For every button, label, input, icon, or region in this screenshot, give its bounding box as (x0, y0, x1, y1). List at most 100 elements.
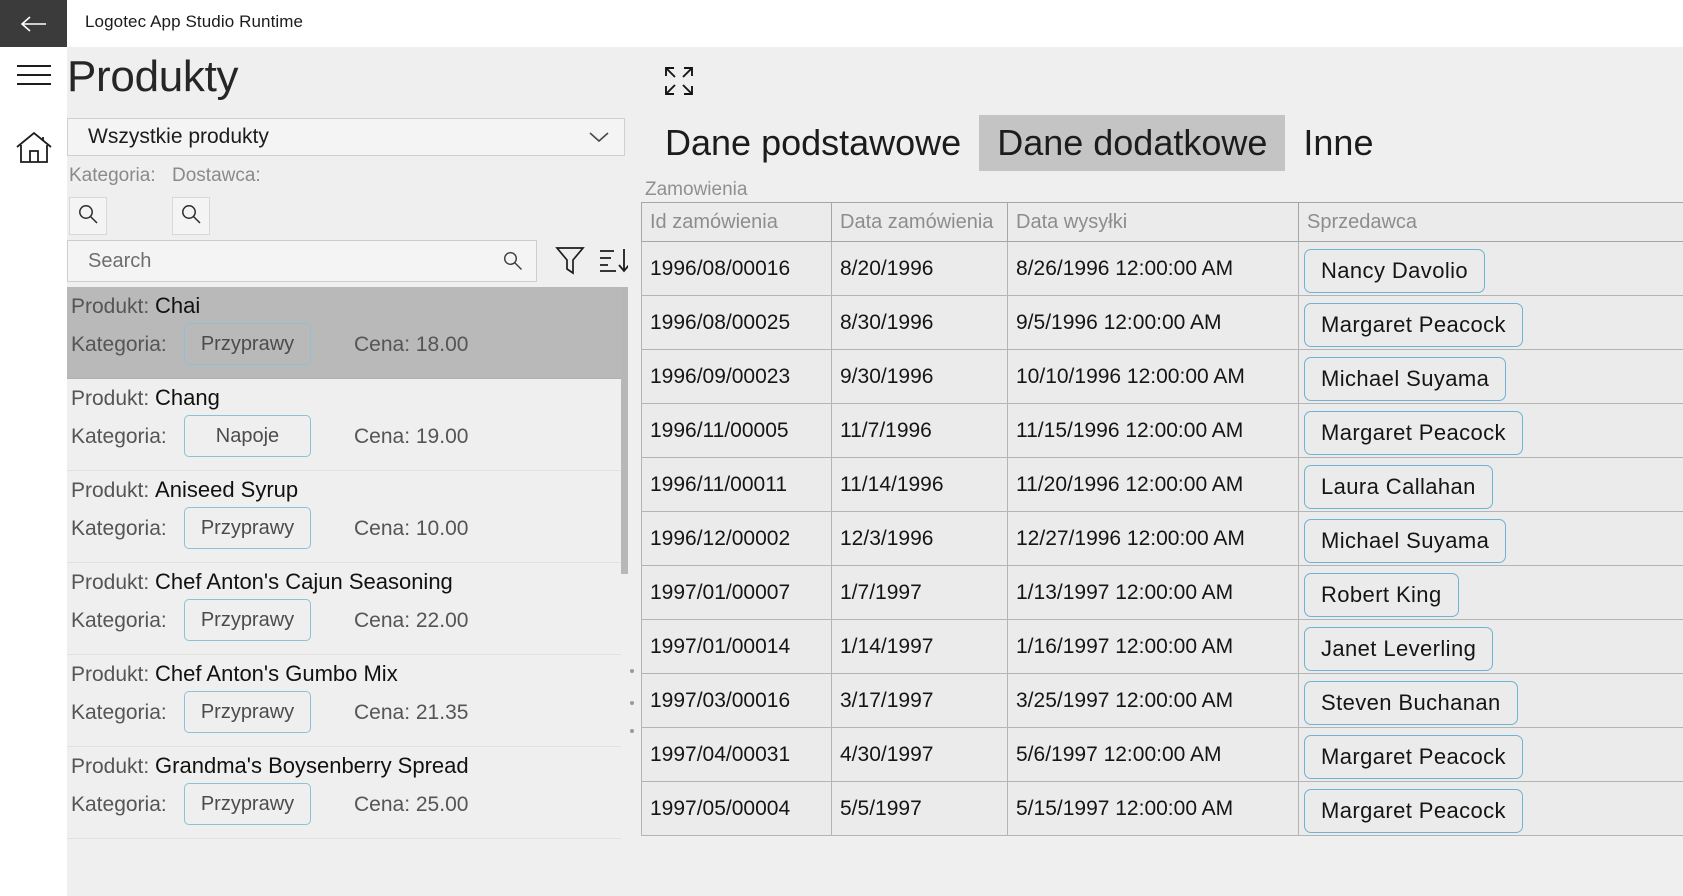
cell-order-date[interactable]: 5/5/1997 (831, 781, 1008, 836)
grid-column-header[interactable]: Data wysyłki (1007, 202, 1299, 242)
cell-order-id[interactable]: 1997/01/00007 (641, 565, 832, 620)
cell-order-date[interactable]: 9/30/1996 (831, 349, 1008, 404)
seller-pill[interactable]: Nancy Davolio (1304, 248, 1486, 293)
cell-ship-date[interactable]: 11/15/1996 12:00:00 AM (1007, 403, 1299, 458)
back-button[interactable] (0, 0, 67, 47)
seller-pill[interactable]: Robert King (1304, 572, 1459, 617)
product-list-item[interactable]: Produkt: Chai Kategoria: Przyprawy Cena: 18… (67, 287, 627, 379)
grid-column-header[interactable]: Sprzedawca (1298, 202, 1683, 242)
grid-row[interactable]: 1996/11/00011 11/14/1996 11/20/1996 12:00:… (641, 457, 1683, 512)
cell-order-id[interactable]: 1996/11/00005 (641, 403, 832, 458)
grid-row[interactable]: 1996/09/00023 9/30/1996 10/10/1996 12:00:0… (641, 349, 1683, 404)
expand-button[interactable] (658, 62, 700, 104)
cell-order-id[interactable]: 1996/09/00023 (641, 349, 832, 404)
grid-column-header[interactable]: Id zamówienia (641, 202, 832, 242)
cell-ship-date[interactable]: 5/6/1997 12:00:00 AM (1007, 727, 1299, 782)
seller-pill[interactable]: Michael Suyama (1304, 518, 1507, 563)
product-list-item[interactable]: Produkt: Grandma's Boysenberry Spread Kat… (67, 747, 627, 839)
cell-order-id[interactable]: 1997/04/00031 (641, 727, 832, 782)
cell-order-id[interactable]: 1997/01/00014 (641, 619, 832, 674)
seller-pill[interactable]: Janet Leverling (1304, 626, 1494, 671)
cell-order-id[interactable]: 1997/03/00016 (641, 673, 832, 728)
cell-order-date[interactable]: 12/3/1996 (831, 511, 1008, 566)
cell-seller[interactable]: Margaret Peacock (1298, 295, 1683, 350)
filter-button[interactable] (550, 242, 590, 282)
cell-order-date[interactable]: 8/20/1996 (831, 241, 1008, 296)
hamburger-menu-button[interactable] (0, 47, 67, 107)
seller-pill[interactable]: Margaret Peacock (1304, 788, 1523, 833)
cell-ship-date[interactable]: 1/16/1997 12:00:00 AM (1007, 619, 1299, 674)
cell-ship-date[interactable]: 9/5/1996 12:00:00 AM (1007, 295, 1299, 350)
product-list-item[interactable]: Produkt: Chef Anton's Gumbo Mix Kategoria… (67, 655, 627, 747)
cell-ship-date[interactable]: 1/13/1997 12:00:00 AM (1007, 565, 1299, 620)
dostawca-search-button[interactable] (172, 197, 210, 235)
cell-ship-date[interactable]: 5/15/1997 12:00:00 AM (1007, 781, 1299, 836)
cell-ship-date[interactable]: 8/26/1996 12:00:00 AM (1007, 241, 1299, 296)
cell-seller[interactable]: Margaret Peacock (1298, 781, 1683, 836)
cell-order-id[interactable]: 1996/12/00002 (641, 511, 832, 566)
cell-seller[interactable]: Michael Suyama (1298, 511, 1683, 566)
search-icon[interactable] (502, 250, 536, 272)
product-list-item[interactable]: Produkt: Chang Kategoria: Napoje Cena: 19.0… (67, 379, 627, 471)
tab-dane-dodatkowe[interactable]: Dane dodatkowe (979, 115, 1286, 171)
grid-row[interactable]: 1997/04/00031 4/30/1997 5/6/1997 12:00:00 … (641, 727, 1683, 782)
cell-ship-date[interactable]: 12/27/1996 12:00:00 AM (1007, 511, 1299, 566)
cell-order-id[interactable]: 1996/08/00025 (641, 295, 832, 350)
grid-row[interactable]: 1996/11/00005 11/7/1996 11/15/1996 12:00:0… (641, 403, 1683, 458)
cell-ship-date[interactable]: 11/20/1996 12:00:00 AM (1007, 457, 1299, 512)
cell-order-date[interactable]: 3/17/1997 (831, 673, 1008, 728)
cell-seller[interactable]: Laura Callahan (1298, 457, 1683, 512)
cell-order-date[interactable]: 8/30/1996 (831, 295, 1008, 350)
seller-pill[interactable]: Steven Buchanan (1304, 680, 1518, 725)
cell-order-id[interactable]: 1996/08/00016 (641, 241, 832, 296)
tab-inne[interactable]: Inne (1285, 115, 1391, 171)
cell-ship-date[interactable]: 10/10/1996 12:00:00 AM (1007, 349, 1299, 404)
product-filter-combobox[interactable]: Wszystkie produkty (67, 118, 625, 156)
cell-seller[interactable]: Margaret Peacock (1298, 403, 1683, 458)
category-pill[interactable]: Przyprawy (184, 691, 311, 733)
seller-pill[interactable]: Laura Callahan (1304, 464, 1493, 509)
kategoria-search-button[interactable] (69, 197, 107, 235)
cell-order-date[interactable]: 1/7/1997 (831, 565, 1008, 620)
category-pill[interactable]: Napoje (184, 415, 311, 457)
seller-pill[interactable]: Michael Suyama (1304, 356, 1507, 401)
panel-splitter[interactable] (628, 47, 637, 896)
tab-dane-podstawowe[interactable]: Dane podstawowe (647, 115, 979, 171)
cell-seller[interactable]: Nancy Davolio (1298, 241, 1683, 296)
grid-row[interactable]: 1997/03/00016 3/17/1997 3/25/1997 12:00:00… (641, 673, 1683, 728)
grid-row[interactable]: 1997/05/00004 5/5/1997 5/15/1997 12:00:00 … (641, 781, 1683, 836)
cell-seller[interactable]: Margaret Peacock (1298, 727, 1683, 782)
grid-row[interactable]: 1996/12/00002 12/3/1996 12/27/1996 12:00:0… (641, 511, 1683, 566)
product-list[interactable]: Produkt: Chai Kategoria: Przyprawy Cena: 18… (67, 287, 627, 896)
cell-order-id[interactable]: 1996/11/00011 (641, 457, 832, 512)
orders-grid-wrapper[interactable]: Id zamówienia Data zamówienia Data wysyłki… (641, 202, 1683, 896)
cell-seller[interactable]: Janet Leverling (1298, 619, 1683, 674)
scrollbar-thumb[interactable] (621, 287, 628, 574)
cell-seller[interactable]: Robert King (1298, 565, 1683, 620)
category-pill[interactable]: Przyprawy (184, 783, 311, 825)
cell-seller[interactable]: Michael Suyama (1298, 349, 1683, 404)
seller-pill[interactable]: Margaret Peacock (1304, 302, 1523, 347)
cell-ship-date[interactable]: 3/25/1997 12:00:00 AM (1007, 673, 1299, 728)
cell-order-date[interactable]: 1/14/1997 (831, 619, 1008, 674)
cell-seller[interactable]: Steven Buchanan (1298, 673, 1683, 728)
cell-order-date[interactable]: 11/14/1996 (831, 457, 1008, 512)
category-pill[interactable]: Przyprawy (184, 507, 311, 549)
search-input[interactable] (68, 249, 502, 273)
grid-row[interactable]: 1997/01/00007 1/7/1997 1/13/1997 12:00:00 … (641, 565, 1683, 620)
cell-order-date[interactable]: 11/7/1996 (831, 403, 1008, 458)
product-list-item[interactable]: Produkt: Chef Anton's Cajun Seasoning Kat… (67, 563, 627, 655)
grid-row[interactable]: 1996/08/00025 8/30/1996 9/5/1996 12:00:00 … (641, 295, 1683, 350)
grid-row[interactable]: 1996/08/00016 8/20/1996 8/26/1996 12:00:00… (641, 241, 1683, 296)
grid-row[interactable]: 1997/01/00014 1/14/1997 1/16/1997 12:00:00… (641, 619, 1683, 674)
cell-order-id[interactable]: 1997/05/00004 (641, 781, 832, 836)
seller-pill[interactable]: Margaret Peacock (1304, 410, 1523, 455)
category-pill[interactable]: Przyprawy (184, 323, 311, 365)
cell-order-date[interactable]: 4/30/1997 (831, 727, 1008, 782)
product-list-scrollbar[interactable] (621, 287, 628, 896)
category-pill[interactable]: Przyprawy (184, 599, 311, 641)
product-list-item[interactable]: Produkt: Aniseed Syrup Kategoria: Przypraw… (67, 471, 627, 563)
grid-column-header[interactable]: Data zamówienia (831, 202, 1008, 242)
home-button[interactable] (0, 119, 67, 179)
seller-pill[interactable]: Margaret Peacock (1304, 734, 1523, 779)
